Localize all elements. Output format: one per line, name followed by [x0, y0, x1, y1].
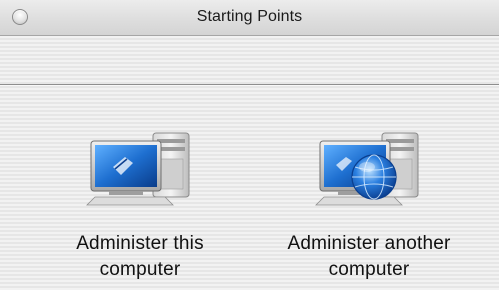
label-line-1: Administer this — [76, 233, 204, 254]
label-line-2: computer — [99, 259, 181, 280]
label-line-1: Administer another — [287, 233, 451, 254]
starting-points-window: Starting Points Administer this computer… — [0, 0, 499, 290]
label-line-2: computer — [328, 259, 410, 280]
network-computer-icon — [315, 132, 419, 206]
toolbar-area — [0, 37, 499, 85]
administer-this-computer-option[interactable]: Administer this computer — [25, 123, 255, 283]
administer-this-computer-label: Administer this computer — [25, 231, 255, 283]
administer-another-computer-option[interactable]: Administer another computer — [254, 123, 484, 283]
administer-another-computer-label: Administer another computer — [254, 231, 484, 283]
title-bar[interactable]: Starting Points — [0, 0, 499, 36]
window-title: Starting Points — [196, 8, 303, 25]
globe-icon — [351, 154, 397, 200]
computer-icon — [86, 132, 190, 206]
